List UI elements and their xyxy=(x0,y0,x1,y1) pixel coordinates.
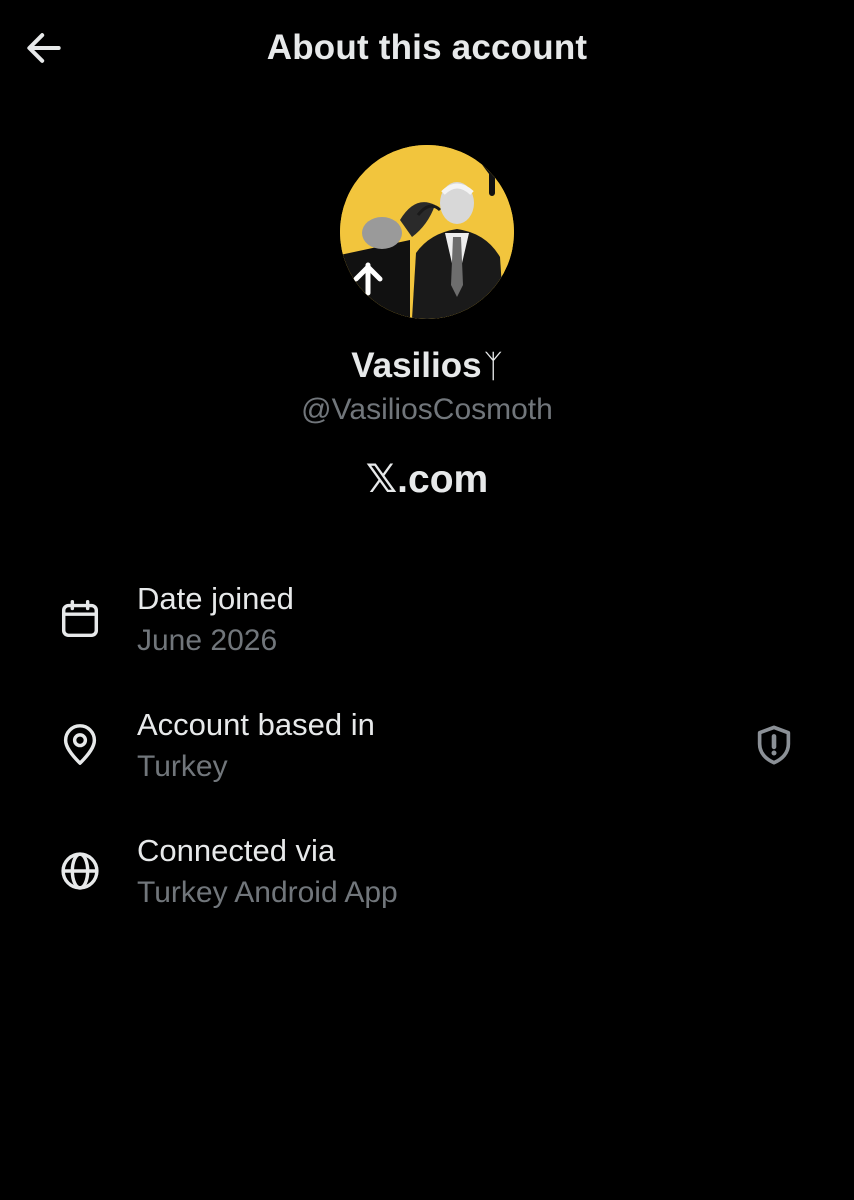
detail-connected-via: Connected via Turkey Android App xyxy=(0,827,854,927)
name-rune-glyph: ᛉ xyxy=(483,347,503,385)
brand-domain: 𝕏.com xyxy=(365,458,489,501)
globe-icon xyxy=(52,843,108,899)
detail-value: June 2026 xyxy=(137,624,278,657)
location-pin-icon xyxy=(52,717,108,773)
detail-value: Turkey xyxy=(137,750,228,783)
detail-label: Connected via xyxy=(137,833,336,868)
top-bar: About this account xyxy=(0,0,854,98)
detail-date-joined: Date joined June 2026 xyxy=(0,575,854,675)
shield-info-button[interactable] xyxy=(746,717,802,773)
display-name-text: Vasilios xyxy=(351,346,482,385)
detail-account-based-in: Account based in Turkey xyxy=(0,701,854,801)
display-name: Vasiliosᛉ xyxy=(0,346,854,386)
shield-alert-icon xyxy=(757,725,791,765)
page-title: About this account xyxy=(266,28,588,67)
detail-value: Turkey Android App xyxy=(137,876,398,909)
avatar[interactable] xyxy=(340,145,514,319)
detail-label: Date joined xyxy=(137,581,294,616)
detail-label: Account based in xyxy=(137,707,375,742)
username-handle: @VasiliosCosmoth xyxy=(301,393,553,426)
calendar-icon xyxy=(52,591,108,647)
